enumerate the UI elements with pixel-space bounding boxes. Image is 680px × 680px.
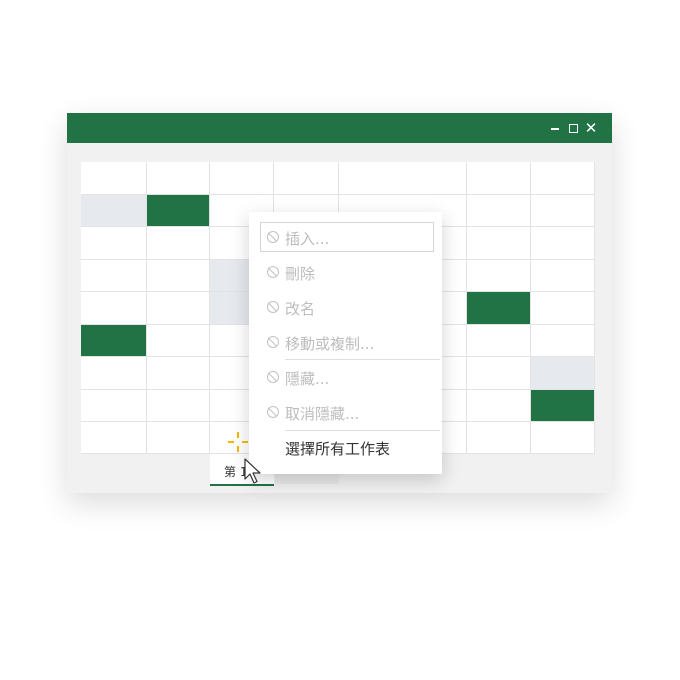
minimize-icon[interactable]	[548, 119, 562, 137]
ban-icon	[267, 371, 279, 383]
grid-cell[interactable]	[531, 357, 595, 390]
grid-cell[interactable]	[467, 422, 531, 454]
menu-item-select-all-sheets[interactable]: 選擇所有工作表	[261, 433, 433, 461]
grid-cell[interactable]	[531, 260, 595, 292]
mouse-pointer-icon	[244, 458, 261, 484]
grid-cell[interactable]	[531, 227, 595, 260]
menu-separator	[285, 430, 440, 431]
grid-cell[interactable]	[467, 357, 531, 390]
grid-cell[interactable]	[147, 162, 210, 195]
grid-cell[interactable]	[467, 162, 531, 195]
sparkle-icon	[228, 432, 248, 452]
title-bar: ✕	[67, 113, 612, 143]
grid-cell[interactable]	[339, 162, 467, 195]
ban-icon	[267, 266, 279, 278]
grid-cell[interactable]	[467, 325, 531, 357]
grid-cell[interactable]	[81, 162, 147, 195]
grid-cell[interactable]	[147, 422, 210, 454]
grid-cell[interactable]	[147, 292, 210, 325]
sheet-context-menu: 插入... 刪除 改名 移動或複制... 隱藏... 取消隱藏... 選擇所有工…	[249, 212, 442, 474]
grid-cell[interactable]	[147, 357, 210, 390]
grid-cell[interactable]	[81, 227, 147, 260]
grid-cell[interactable]	[147, 325, 210, 357]
menu-item-unhide[interactable]: 取消隱藏...	[261, 398, 433, 426]
menu-item-label: 取消隱藏...	[285, 405, 360, 423]
menu-item-label: 刪除	[285, 265, 316, 283]
ban-icon	[267, 406, 279, 418]
grid-cell[interactable]	[147, 195, 210, 227]
menu-item-label: 選擇所有工作表	[285, 440, 391, 458]
grid-cell[interactable]	[81, 195, 147, 227]
menu-separator	[285, 359, 440, 360]
grid-cell[interactable]	[467, 195, 531, 227]
grid-cell[interactable]	[531, 162, 595, 195]
menu-item-label: 隱藏...	[285, 370, 330, 388]
grid-cell[interactable]	[147, 390, 210, 422]
menu-item-rename[interactable]: 改名	[261, 293, 433, 321]
menu-item-label: 插入...	[285, 230, 330, 248]
grid-cell[interactable]	[467, 292, 531, 325]
grid-cell[interactable]	[531, 422, 595, 454]
grid-cell[interactable]	[531, 325, 595, 357]
menu-item-delete[interactable]: 刪除	[261, 258, 433, 286]
grid-cell[interactable]	[531, 195, 595, 227]
grid-cell[interactable]	[81, 325, 147, 357]
grid-cell[interactable]	[467, 260, 531, 292]
grid-cell[interactable]	[81, 390, 147, 422]
grid-cell[interactable]	[81, 260, 147, 292]
ban-icon	[267, 231, 279, 243]
grid-cell[interactable]	[81, 357, 147, 390]
grid-cell[interactable]	[531, 292, 595, 325]
grid-cell[interactable]	[274, 162, 339, 195]
grid-cell[interactable]	[147, 227, 210, 260]
grid-cell[interactable]	[467, 227, 531, 260]
grid-cell[interactable]	[81, 422, 147, 454]
close-icon[interactable]: ✕	[584, 119, 598, 137]
grid-cell[interactable]	[210, 162, 274, 195]
maximize-icon[interactable]	[566, 119, 580, 137]
menu-item-move-copy[interactable]: 移動或複制...	[261, 328, 433, 356]
grid-cell[interactable]	[467, 390, 531, 422]
menu-item-hide[interactable]: 隱藏...	[261, 363, 433, 391]
ban-icon	[267, 336, 279, 348]
grid-cell[interactable]	[81, 292, 147, 325]
grid-cell[interactable]	[531, 390, 595, 422]
menu-item-insert[interactable]: 插入...	[260, 222, 434, 252]
menu-item-label: 改名	[285, 300, 316, 318]
menu-item-label: 移動或複制...	[285, 335, 375, 353]
grid-cell[interactable]	[147, 260, 210, 292]
ban-icon	[267, 301, 279, 313]
